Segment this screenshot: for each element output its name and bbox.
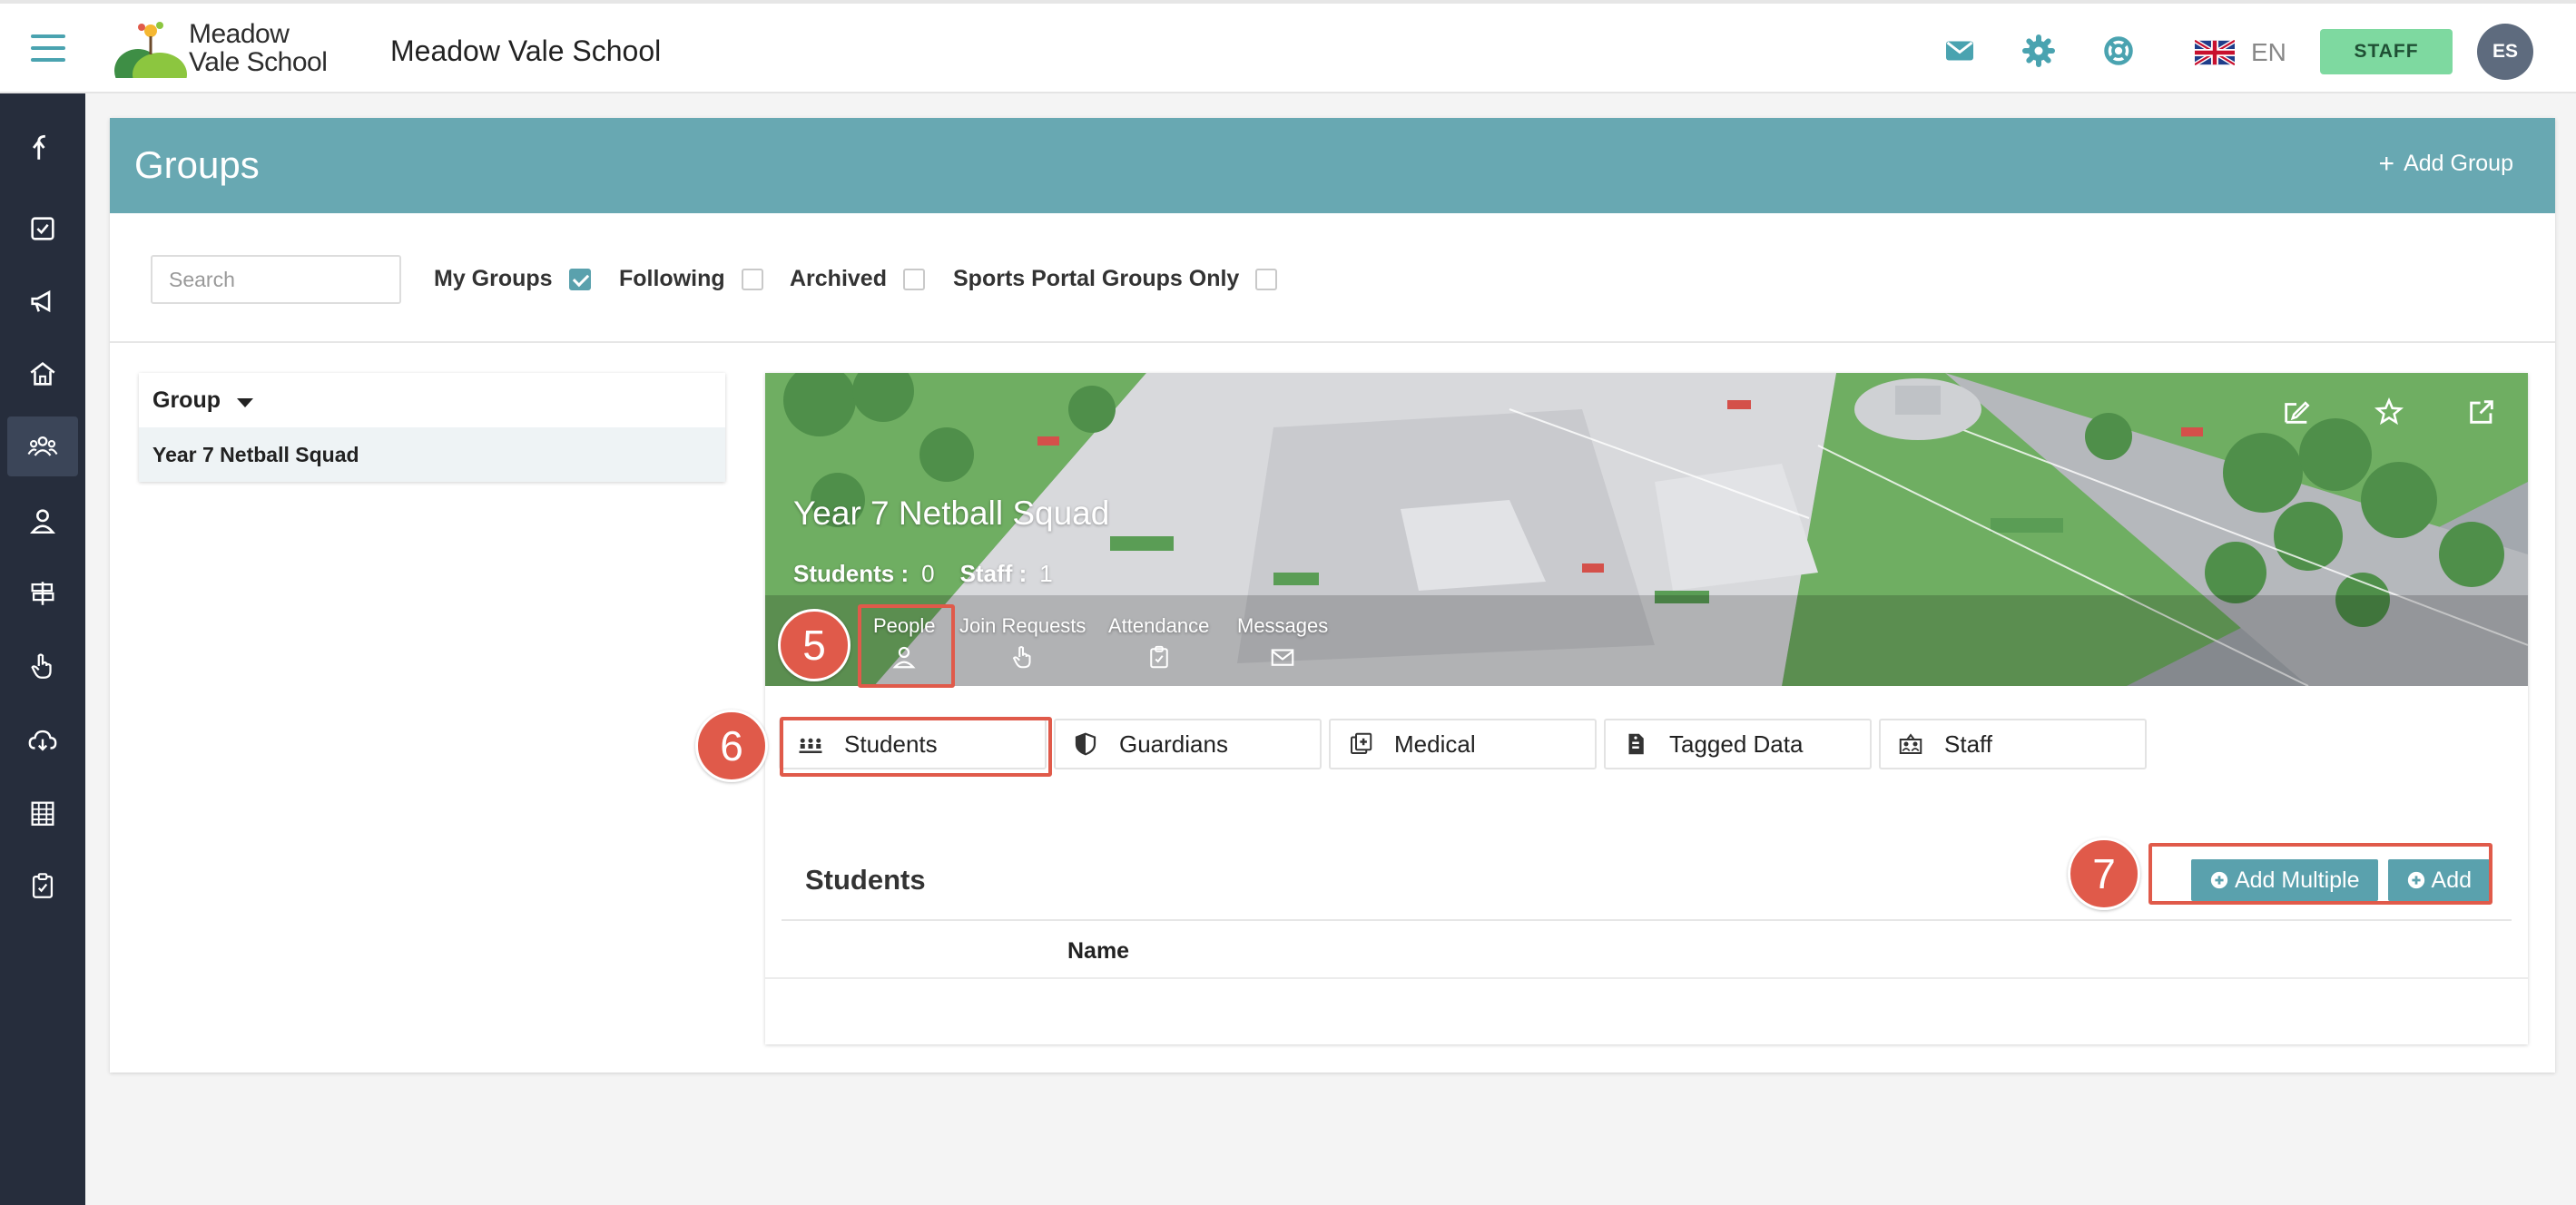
students-count: 0 <box>921 560 935 587</box>
subtab-medical[interactable]: Medical <box>1329 719 1597 769</box>
staff-icon <box>1899 733 1922 754</box>
sports-portal-checkbox[interactable] <box>1255 268 1278 290</box>
tab-attendance-label: Attendance <box>1108 614 1210 637</box>
nav-clipboard-check-icon[interactable] <box>7 856 78 916</box>
group-list-row[interactable]: Year 7 Netball Squad <box>139 427 725 482</box>
following-checkbox[interactable] <box>741 268 763 290</box>
subtab-tagged-data[interactable]: Tagged Data <box>1604 719 1872 769</box>
logo-text: Meadow Vale School <box>189 19 328 77</box>
language-code: EN <box>2251 38 2286 66</box>
staff-count: 1 <box>1039 560 1053 587</box>
sports-portal-label: Sports Portal Groups Only <box>953 266 1240 291</box>
clipboard-check-icon <box>1149 645 1168 669</box>
step-marker-5: 5 <box>778 609 850 681</box>
group-title: Year 7 Netball Squad <box>793 495 1110 532</box>
my-groups-checkbox[interactable] <box>568 268 591 290</box>
archived-label: Archived <box>790 266 887 291</box>
settings-gear-icon[interactable] <box>2022 34 2055 67</box>
filter-bar: My Groups Following Archived Sports Port… <box>110 213 2555 343</box>
star-icon[interactable] <box>2374 397 2404 427</box>
tab-attendance[interactable]: Attendance <box>1108 614 1209 671</box>
side-navigation <box>0 93 85 1205</box>
students-section-title: Students <box>805 864 926 896</box>
logo-line-1: Meadow <box>189 19 290 49</box>
subtab-staff[interactable]: Staff <box>1879 719 2147 769</box>
name-column-header[interactable]: Name <box>1067 938 1129 965</box>
group-column-header[interactable]: Group <box>139 373 725 427</box>
hamburger-menu-icon[interactable] <box>31 34 65 62</box>
step-marker-6: 6 <box>695 710 768 782</box>
groups-header: Groups + Add Group <box>110 118 2555 213</box>
highlight-add-buttons <box>2148 843 2492 905</box>
nav-home-icon[interactable] <box>7 344 78 404</box>
archived-checkbox[interactable] <box>902 268 925 290</box>
sort-caret-icon <box>237 398 253 407</box>
nav-cloud-download-icon[interactable] <box>7 710 78 770</box>
nav-up-arrow-icon[interactable] <box>7 118 78 178</box>
user-avatar[interactable]: ES <box>2477 24 2533 80</box>
nav-groups-icon[interactable] <box>7 416 78 476</box>
raised-hand-icon <box>1012 646 1031 669</box>
shield-icon <box>1075 732 1096 756</box>
archived-filter[interactable]: Archived <box>790 266 925 292</box>
banner-actions <box>2281 397 2497 427</box>
tab-join-requests[interactable]: Join Requests <box>959 614 1086 671</box>
staff-role-button[interactable]: STAFF <box>2320 29 2453 74</box>
group-list: Group Year 7 Netball Squad <box>139 373 725 482</box>
nav-tasks-icon[interactable] <box>7 199 78 259</box>
group-header-label: Group <box>152 387 221 413</box>
uk-flag-icon <box>2195 40 2235 65</box>
highlight-people-tab <box>858 604 955 688</box>
top-bar: Meadow Vale School Meadow Vale School EN… <box>0 0 2576 96</box>
language-selector[interactable]: EN <box>2195 38 2286 67</box>
subtab-tagged-data-label: Tagged Data <box>1669 730 1804 758</box>
following-label: Following <box>619 266 725 291</box>
group-banner: Year 7 Netball Squad Students : 0 Staff … <box>765 373 2528 686</box>
external-link-icon[interactable] <box>2466 397 2497 427</box>
edit-icon[interactable] <box>2281 397 2312 427</box>
tab-join-requests-label: Join Requests <box>959 614 1086 637</box>
sports-portal-filter[interactable]: Sports Portal Groups Only <box>953 266 1278 292</box>
students-table-header: Name <box>765 921 2528 979</box>
add-group-label: Add Group <box>2404 151 2513 176</box>
nav-profile-icon[interactable] <box>7 491 78 551</box>
page-title: Groups <box>134 143 260 186</box>
group-detail-panel: Year 7 Netball Squad Students : 0 Staff … <box>765 373 2528 1044</box>
school-name: Meadow Vale School <box>390 34 662 67</box>
nav-announcements-megaphone-icon[interactable] <box>7 271 78 331</box>
students-count-label: Students : <box>793 560 909 587</box>
school-logo[interactable]: Meadow Vale School <box>114 19 332 96</box>
help-lifebuoy-icon[interactable] <box>2102 34 2135 67</box>
envelope-icon <box>1271 649 1294 666</box>
highlight-students-tab <box>780 717 1052 777</box>
nav-calendar-grid-icon[interactable] <box>7 783 78 843</box>
logo-line-2: Vale School <box>189 47 328 77</box>
tagged-data-icon <box>1628 733 1644 755</box>
my-groups-filter[interactable]: My Groups <box>434 266 591 292</box>
logo-hills-icon <box>114 22 187 96</box>
tab-messages-label: Messages <box>1237 614 1329 637</box>
medical-icon <box>1351 732 1372 754</box>
staff-count-label: Staff : <box>959 560 1027 587</box>
subtab-staff-label: Staff <box>1944 730 1993 758</box>
subtab-guardians-label: Guardians <box>1119 730 1228 758</box>
tab-messages[interactable]: Messages <box>1237 614 1328 671</box>
mail-icon[interactable] <box>1943 34 1976 67</box>
step-marker-7: 7 <box>2068 838 2140 910</box>
search-input[interactable] <box>151 255 401 304</box>
plus-icon: + <box>2378 148 2395 179</box>
group-counts: Students : 0 Staff : 1 <box>793 560 1053 588</box>
nav-signpost-icon[interactable] <box>7 563 78 623</box>
nav-hand-icon[interactable] <box>7 636 78 696</box>
add-group-button[interactable]: + Add Group <box>2378 148 2513 179</box>
subtab-medical-label: Medical <box>1394 730 1476 758</box>
my-groups-label: My Groups <box>434 266 553 291</box>
subtab-guardians[interactable]: Guardians <box>1054 719 1322 769</box>
following-filter[interactable]: Following <box>619 266 763 292</box>
